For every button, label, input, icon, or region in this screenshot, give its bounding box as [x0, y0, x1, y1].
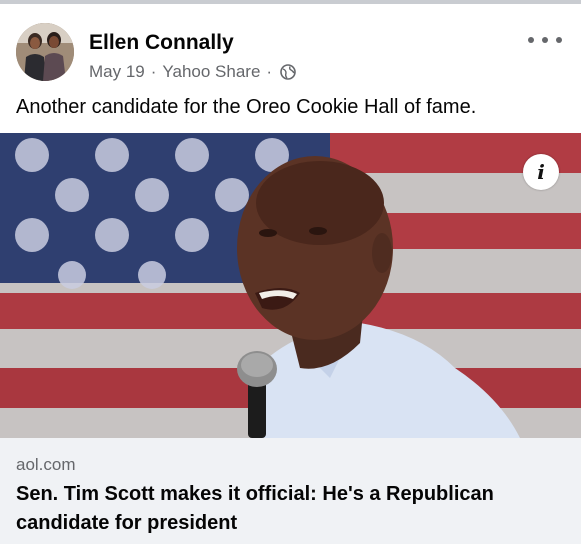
- post-date[interactable]: May 19: [89, 62, 145, 82]
- post-text: Another candidate for the Oreo Cookie Ha…: [16, 96, 477, 118]
- post-meta: May 19 · Yahoo Share ·: [89, 62, 296, 82]
- link-headline[interactable]: Sen. Tim Scott makes it official: He's a…: [16, 480, 566, 538]
- author-avatar[interactable]: [16, 23, 74, 81]
- post-header: Ellen Connally May 19 · Yahoo Share ·: [0, 4, 581, 92]
- meta-separator: ·: [150, 62, 157, 81]
- globe-icon[interactable]: [280, 64, 296, 80]
- post-source[interactable]: Yahoo Share: [162, 62, 260, 82]
- author-name[interactable]: Ellen Connally: [89, 31, 234, 55]
- meta-separator: ·: [266, 62, 273, 81]
- info-icon[interactable]: i: [523, 154, 559, 190]
- link-domain: aol.com: [16, 455, 76, 474]
- link-preview-card[interactable]: aol.com Sen. Tim Scott makes it official…: [0, 438, 581, 544]
- more-options-icon[interactable]: [528, 30, 562, 50]
- link-preview-image[interactable]: i: [0, 133, 581, 438]
